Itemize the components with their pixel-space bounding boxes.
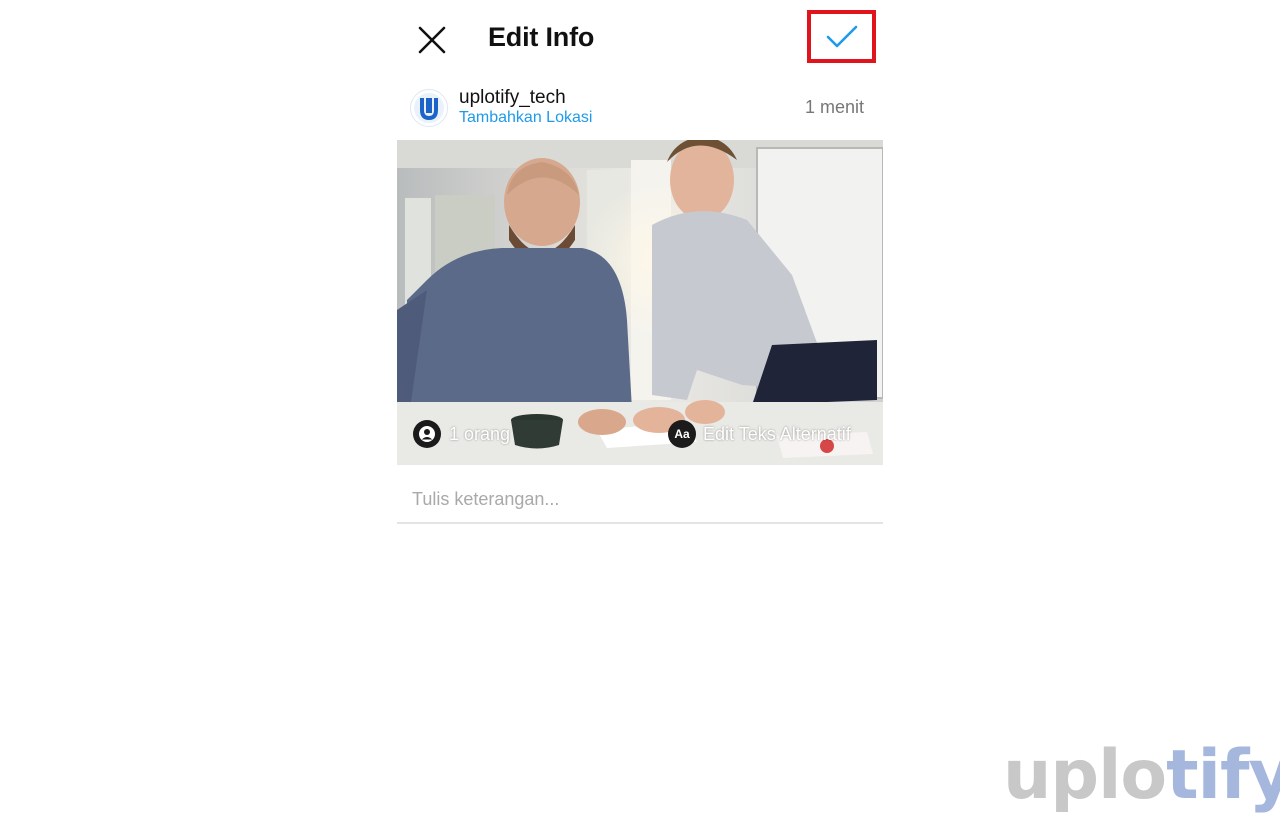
tag-people-button[interactable]: 1 orang — [413, 420, 510, 448]
page-title: Edit Info — [488, 22, 595, 52]
checkmark-icon — [826, 25, 857, 47]
avatar[interactable] — [410, 89, 448, 127]
username[interactable]: uplotify_tech — [459, 87, 566, 109]
close-icon — [418, 26, 446, 54]
post-photo: 1 orang Aa Edit Teks Alternatif — [397, 140, 883, 465]
add-location-link[interactable]: Tambahkan Lokasi — [459, 109, 592, 127]
caption-input[interactable] — [397, 476, 883, 524]
alt-text-label: Edit Teks Alternatif — [703, 423, 851, 444]
watermark-part2: tify — [1166, 736, 1280, 815]
watermark-part1: uplo — [1003, 736, 1167, 815]
close-button[interactable] — [412, 20, 452, 60]
edit-alt-text-button[interactable]: Aa Edit Teks Alternatif — [668, 420, 851, 448]
post-time: 1 menit — [805, 97, 865, 117]
person-icon — [413, 420, 441, 448]
uplotify-watermark: uplotify — [1003, 742, 1280, 810]
confirm-button[interactable] — [807, 10, 876, 63]
tag-people-label: 1 orang — [449, 423, 511, 444]
uplotify-logo-icon — [414, 93, 444, 123]
alt-text-icon: Aa — [668, 420, 696, 448]
office-meeting-photo — [397, 140, 883, 465]
